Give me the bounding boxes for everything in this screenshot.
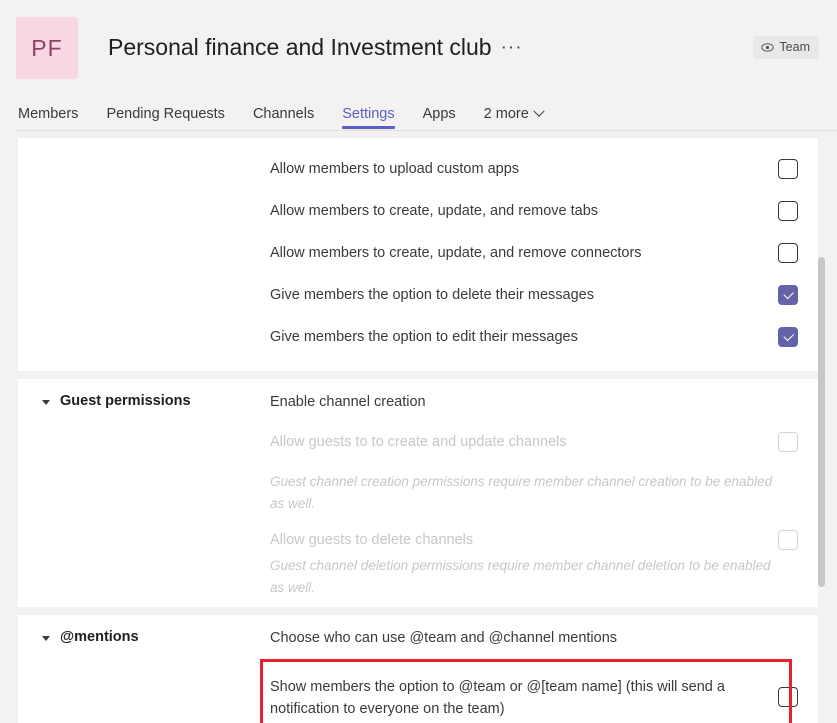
row-right: Give members the option to edit their me…: [270, 326, 818, 348]
settings-scroll-area[interactable]: Allow members to upload custom apps Allo…: [18, 138, 818, 723]
row-right: Enable channel creation: [270, 391, 818, 413]
title-group: Personal finance and Investment club ···: [108, 34, 753, 61]
setting-label-guest-delete-channels: Allow guests to delete channels: [270, 532, 474, 548]
tab-more[interactable]: 2 more: [470, 105, 557, 131]
setting-row: Allow guests to to create and update cha…: [18, 431, 818, 471]
checkbox-manage-connectors[interactable]: [778, 243, 798, 263]
tab-apps[interactable]: Apps: [409, 106, 470, 131]
tab-settings[interactable]: Settings: [328, 106, 408, 131]
collapse-triangle-icon[interactable]: [42, 400, 50, 405]
section-divider: [18, 371, 818, 379]
avatar-initials: PF: [31, 34, 63, 61]
setting-label: Give members the option to edit their me…: [270, 329, 578, 345]
row-left-spacer: [18, 242, 270, 244]
tab-channels[interactable]: Channels: [239, 106, 328, 131]
tab-channels-label: Channels: [252, 106, 315, 122]
mentions-header-row: @mentions Choose who can use @team and @…: [18, 627, 818, 667]
mentions-card: @mentions Choose who can use @team and @…: [18, 615, 818, 723]
row-right: Choose who can use @team and @channel me…: [270, 627, 818, 649]
row-right: Guest channel creation permissions requi…: [270, 471, 818, 515]
vertical-scrollbar[interactable]: [818, 257, 825, 587]
more-options-icon[interactable]: ···: [501, 38, 523, 57]
guest-permissions-header-row: Guest permissions Enable channel creatio…: [18, 391, 818, 431]
row-right: Allow guests to delete channels: [270, 529, 818, 551]
checkbox-manage-tabs[interactable]: [778, 201, 798, 221]
row-right: Allow members to create, update, and rem…: [270, 242, 818, 264]
row-right: Allow guests to to create and update cha…: [270, 431, 818, 453]
row-left-spacer: [18, 431, 270, 433]
row-right: Give members the option to delete their …: [270, 284, 818, 306]
status-badge-label: Team: [779, 40, 810, 54]
row-right: Allow members to upload custom apps: [270, 158, 818, 180]
status-badge: Team: [753, 36, 819, 59]
member-permissions-card: Allow members to upload custom apps Allo…: [18, 138, 818, 371]
tab-more-label: 2 more: [483, 106, 529, 122]
row-left-spacer: [18, 471, 270, 473]
note-row: Guest channel creation permissions requi…: [18, 471, 818, 515]
row-left-spacer: [18, 529, 270, 531]
guest-create-note: Guest channel creation permissions requi…: [270, 474, 773, 511]
guest-permissions-heading: Enable channel creation: [270, 394, 426, 410]
setting-row: Give members the option to edit their me…: [18, 316, 818, 358]
setting-label: Allow members to create, update, and rem…: [270, 203, 599, 219]
setting-row: Allow members to upload custom apps: [18, 148, 818, 190]
setting-label: Give members the option to delete their …: [270, 287, 594, 303]
guest-permissions-section[interactable]: Guest permissions: [18, 391, 270, 409]
tab-apps-label: Apps: [422, 106, 456, 122]
team-avatar: PF: [16, 17, 78, 79]
tab-pending-requests[interactable]: Pending Requests: [92, 106, 239, 131]
checkbox-delete-messages[interactable]: [778, 285, 798, 305]
mentions-section[interactable]: @mentions: [18, 627, 270, 645]
setting-label-team-mention: Show members the option to @team or @[te…: [270, 679, 725, 717]
tab-members-label: Members: [18, 106, 79, 122]
eye-icon: [761, 42, 775, 52]
guest-delete-note: Guest channel deletion permissions requi…: [270, 558, 771, 595]
section-divider: [18, 607, 818, 615]
mentions-label: @mentions: [60, 629, 139, 645]
row-left-spacer: [18, 158, 270, 160]
row-left-spacer: [18, 326, 270, 328]
row-left-spacer: [18, 284, 270, 286]
mentions-heading: Choose who can use @team and @channel me…: [270, 630, 618, 646]
tab-members[interactable]: Members: [16, 106, 92, 131]
guest-permissions-label: Guest permissions: [60, 393, 191, 409]
checkbox-guest-create-channels[interactable]: [778, 432, 798, 452]
checkbox-guest-delete-channels[interactable]: [778, 530, 798, 550]
tab-settings-label: Settings: [342, 106, 395, 122]
tab-bar: Members Pending Requests Channels Settin…: [0, 95, 837, 131]
setting-row: Allow members to create, update, and rem…: [18, 232, 818, 274]
checkbox-upload-custom-apps[interactable]: [778, 159, 798, 179]
setting-row: Show members the option to @team or @[te…: [270, 667, 798, 723]
collapse-triangle-icon[interactable]: [42, 636, 50, 641]
team-header: PF Personal finance and Investment club …: [0, 0, 837, 95]
row-right: Allow members to create, update, and rem…: [270, 200, 818, 222]
checkbox-edit-messages[interactable]: [778, 327, 798, 347]
setting-row: Allow guests to delete channels: [18, 515, 818, 555]
setting-label: Allow members to create, update, and rem…: [270, 245, 642, 261]
note-row: Guest channel deletion permissions requi…: [18, 555, 818, 599]
setting-row: Allow members to create, update, and rem…: [18, 190, 818, 232]
tab-pending-requests-label: Pending Requests: [106, 106, 225, 122]
chevron-down-icon: [533, 105, 545, 117]
mention-rows: Show members the option to @team or @[te…: [18, 667, 818, 723]
checkbox-team-mention[interactable]: [778, 687, 798, 707]
guest-permissions-card: Guest permissions Enable channel creatio…: [18, 379, 818, 607]
row-right: Guest channel deletion permissions requi…: [270, 555, 818, 599]
setting-label-guest-create-channels: Allow guests to to create and update cha…: [270, 434, 567, 450]
setting-row: Give members the option to delete their …: [18, 274, 818, 316]
row-left-spacer: [18, 200, 270, 202]
row-left-spacer: [18, 555, 270, 557]
page-title: Personal finance and Investment club: [108, 34, 492, 60]
teams-settings-page: PF Personal finance and Investment club …: [0, 0, 837, 723]
setting-label: Allow members to upload custom apps: [270, 161, 520, 177]
